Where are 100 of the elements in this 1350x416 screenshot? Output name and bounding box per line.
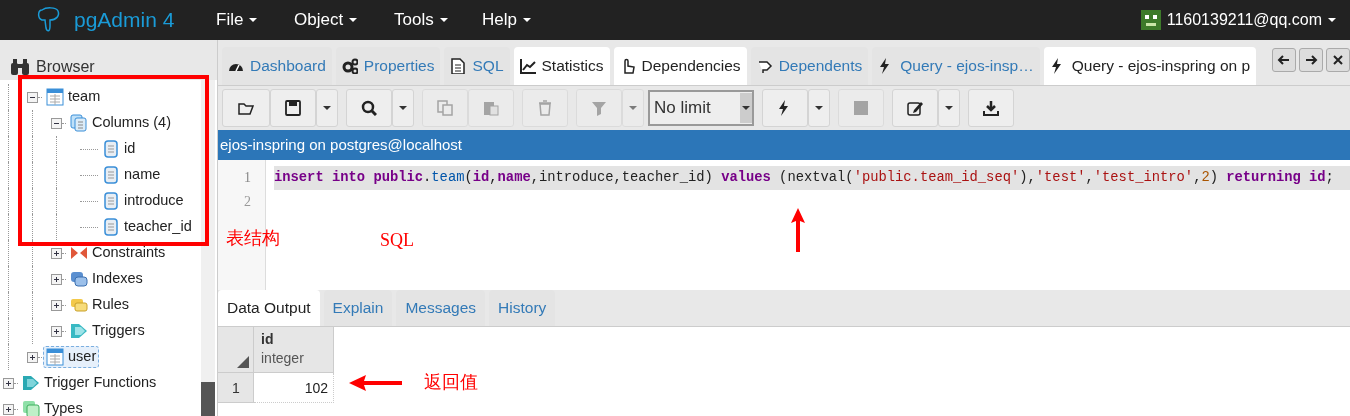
caret-icon [249,18,258,22]
result-tab[interactable]: Data Output [218,290,320,326]
binoculars-icon [10,59,30,75]
save-button[interactable] [270,89,316,127]
edit-button[interactable] [892,89,938,127]
collapse-toggle-icon[interactable] [51,117,62,129]
tab[interactable]: Dependencies [613,47,747,85]
download-button[interactable] [968,89,1014,127]
caret-icon [323,106,331,110]
column-icon [102,218,120,236]
app-title: pgAdmin 4 [74,7,175,34]
expand-toggle-icon[interactable] [51,325,62,337]
caret-icon [522,18,531,22]
caret-icon [629,106,637,110]
triangle-icon [237,356,249,368]
column-icon [102,140,120,158]
tree-item[interactable]: Trigger Functions [19,372,160,394]
trigger-icon [70,322,88,340]
tree-item[interactable]: Constraints [67,242,169,264]
annotation-arrow [348,374,403,392]
expand-toggle-icon[interactable] [51,247,62,259]
columns-icon [70,114,88,132]
menu-item[interactable]: Tools [394,7,482,33]
tree-item[interactable]: Indexes [67,268,146,290]
annotation-label: 返回值 [424,371,478,394]
find-button[interactable] [346,89,392,127]
result-tab[interactable]: History [489,290,556,326]
caret-icon [945,106,953,110]
tree-item[interactable]: Types [19,398,86,416]
tree-item[interactable]: user [43,346,100,368]
row-number: 1 [218,373,254,403]
annotation-arrow [790,207,806,253]
tab[interactable]: Properties [335,47,441,85]
tree-item[interactable]: Triggers [67,320,148,342]
tree-item[interactable]: team [43,86,104,108]
folder-icon [238,100,254,116]
table-icon [46,348,64,366]
tab-scroll-button[interactable] [1272,48,1296,72]
column-type: integer [261,349,305,368]
row-limit-select[interactable]: No limit [648,90,754,126]
expand-toggle-icon[interactable] [3,403,14,415]
expand-toggle-icon[interactable] [51,299,62,311]
connection-bar: ejos-inspring on postgres@localhost [218,130,1350,160]
search-icon [361,100,377,116]
expand-toggle-icon[interactable] [27,351,38,363]
tab-scroll-button[interactable] [1299,48,1323,72]
gears-icon [341,58,358,74]
execute-button[interactable] [762,89,808,127]
annotation-label: 表结构 [226,227,280,250]
user-menu[interactable]: 1160139211@qq.com [1140,8,1336,32]
line-chart-icon [519,58,536,74]
tree-item[interactable]: Rules [67,294,133,316]
tree-item[interactable]: Columns (4) [67,112,174,134]
expand-toggle-icon[interactable] [51,273,62,285]
tab-scroll-button[interactable] [1326,48,1350,72]
caret-icon [742,106,750,110]
table-icon [46,88,64,106]
menu-item[interactable]: File [216,7,294,33]
menu-item[interactable]: Help [482,7,562,33]
code-line: insert into public.team(id,name,introduce,teacher_id) values (nextval('public.team_id_seq'),'test','test_intro',2) returning id; [274,170,1334,185]
edit-icon [907,100,923,116]
rule-icon [70,296,88,314]
tree-item[interactable]: id [99,138,139,160]
type-icon [22,400,40,416]
tab[interactable]: Query - ejos-insp… [872,47,1040,85]
collapse-toggle-icon[interactable] [27,91,38,103]
caret-icon [349,18,358,22]
avatar-icon [1140,10,1161,30]
filter-icon [591,100,607,116]
stop-icon [853,100,869,116]
index-icon [70,270,88,288]
tab[interactable]: Query - ejos-inspring on p [1043,47,1257,85]
dropdown-button[interactable] [808,89,830,127]
arrow-right-icon [1304,53,1318,67]
tree-item[interactable]: introduce [99,190,187,212]
result-tab[interactable]: Explain [323,290,393,326]
tab[interactable]: Statistics [513,47,610,85]
tab[interactable]: Dashboard [222,47,332,85]
arrow-left-icon [1277,53,1291,67]
tab[interactable]: Dependents [750,47,869,85]
tree-item[interactable]: name [99,164,164,186]
menu-item[interactable]: Object [294,7,394,33]
column-name: id [261,330,275,348]
annotation-label: SQL [380,229,414,252]
line-number: 2 [243,193,252,211]
open-button[interactable] [222,89,270,127]
document-icon [450,58,467,74]
caret-icon [815,106,823,110]
paste-icon [483,100,499,116]
table-cell: 102 [254,373,334,403]
caret-icon [399,106,407,110]
trash-icon [537,100,553,116]
result-tab[interactable]: Messages [396,290,486,326]
line-number: 1 [243,169,252,187]
save-icon [285,100,301,116]
column-icon [102,192,120,210]
close-icon [1331,53,1345,67]
tab[interactable]: SQL [444,47,510,85]
tree-item[interactable]: teacher_id [99,216,195,238]
expand-toggle-icon[interactable] [3,377,14,389]
